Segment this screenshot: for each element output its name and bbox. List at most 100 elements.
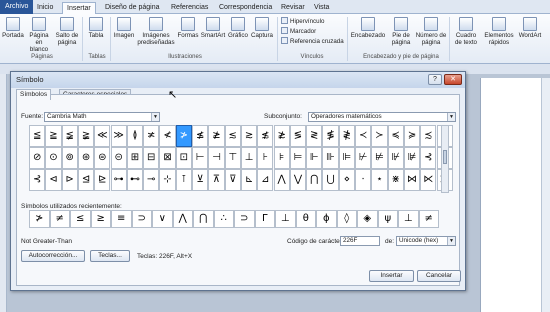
symbol-cell[interactable]: ⊟ [143, 147, 160, 169]
symbol-cell[interactable]: ≾ [420, 125, 437, 147]
symbol-cell[interactable]: ⊝ [110, 147, 127, 169]
symbol-cell[interactable]: ⊩ [306, 147, 323, 169]
from-select[interactable]: Unicode (hex) ▼ [396, 236, 456, 246]
symbol-cell[interactable]: ⊜ [94, 147, 111, 169]
recent-symbol-cell[interactable]: ≠ [49, 210, 70, 228]
dialog-titlebar[interactable]: Símbolo ? ✕ [11, 72, 465, 88]
symbol-cell[interactable]: ≨ [61, 125, 78, 147]
recent-symbol-cell[interactable]: ⋂ [193, 210, 214, 228]
portada-button[interactable]: Portada [2, 17, 24, 39]
recent-symbol-cell[interactable]: ◊ [336, 210, 357, 228]
tab-simbolos[interactable]: Símbolos [16, 89, 52, 100]
autocorrect-button[interactable]: Autocorrección... [21, 250, 85, 262]
symbol-cell[interactable]: ⋂ [306, 169, 323, 191]
wordart-button[interactable]: WordArt [517, 17, 543, 39]
recent-symbol-cell[interactable]: ≥ [90, 210, 111, 228]
symbol-cell[interactable]: ⊠ [159, 147, 176, 169]
symbol-cell[interactable]: ⊺ [175, 169, 192, 191]
cancel-button[interactable]: Cancelar [417, 270, 461, 282]
symbol-cell[interactable]: ⊹ [159, 169, 176, 191]
symbol-grid-scrollbar[interactable] [441, 125, 449, 193]
symbol-cell[interactable]: ⊴ [77, 169, 95, 191]
recent-symbol-cell[interactable]: ≡ [111, 210, 132, 228]
imagenes-predisenadas-button[interactable]: Imágenes prediseñadas [137, 17, 175, 46]
keys-button[interactable]: Teclas... [90, 250, 130, 262]
document-page[interactable] [480, 78, 550, 312]
document-scrollbar[interactable] [541, 78, 550, 312]
symbol-cell[interactable]: ⊫ [338, 147, 355, 169]
symbol-cell[interactable]: ⊞ [126, 147, 144, 169]
symbol-cell[interactable]: ≪ [94, 125, 111, 147]
salto-de-pagina-button[interactable]: Salto de página [55, 17, 79, 46]
symbol-cell[interactable]: ⋀ [273, 169, 290, 191]
symbol-cell[interactable]: ⊸ [143, 169, 160, 191]
recent-symbol-cell[interactable]: ≠ [418, 210, 439, 228]
symbol-cell[interactable]: ≺ [355, 125, 372, 147]
tab-vista[interactable]: Vista [310, 2, 333, 14]
recent-symbol-cell[interactable]: θ [295, 210, 316, 228]
symbol-cell[interactable]: ⋁ [289, 169, 307, 191]
symbol-cell[interactable]: ⊚ [61, 147, 78, 169]
symbol-cell[interactable]: ⊻ [192, 169, 209, 191]
tab-archivo[interactable]: Archivo [0, 0, 34, 14]
symbol-cell[interactable]: ≬ [126, 125, 144, 147]
imagen-button[interactable]: Imagen [113, 17, 135, 39]
tabla-button[interactable]: Tabla [86, 17, 106, 39]
symbol-cell[interactable]: ⊢ [192, 147, 209, 169]
hipervinculo-button[interactable]: Hipervínculo [281, 17, 324, 26]
symbol-cell[interactable]: ≻ [371, 125, 388, 147]
font-select[interactable]: Cambria Math ▼ [44, 112, 160, 122]
symbol-cell[interactable]: ⊵ [94, 169, 111, 191]
char-code-input[interactable]: 226F [340, 236, 380, 246]
symbol-cell[interactable]: ≷ [306, 125, 323, 147]
symbol-cell[interactable]: ⋃ [322, 169, 339, 191]
recent-symbol-cell[interactable]: ⊃ [131, 210, 152, 228]
symbol-cell[interactable]: ≭ [143, 125, 160, 147]
symbol-cell[interactable]: ⊮ [387, 147, 404, 169]
recent-symbol-cell[interactable]: ≯ [29, 210, 50, 228]
symbol-cell[interactable]: ⊘ [29, 147, 46, 169]
symbol-cell[interactable]: ⊣ [208, 147, 225, 169]
subset-select[interactable]: Operadores matemáticos ▼ [308, 112, 456, 122]
symbol-cell[interactable]: ⊙ [45, 147, 62, 169]
tab-referencias[interactable]: Referencias [167, 2, 212, 14]
symbol-cell[interactable]: ⋅ [355, 169, 372, 191]
symbol-cell[interactable]: ≴ [257, 125, 274, 147]
symbol-cell[interactable]: ≵ [273, 125, 290, 147]
symbol-cell[interactable]: ≰ [192, 125, 209, 147]
captura-button[interactable]: Captura [250, 17, 274, 39]
tab-correspondencia[interactable]: Correspondencia [215, 2, 276, 14]
recent-symbol-cell[interactable]: Γ [254, 210, 275, 228]
symbol-cell[interactable]: ⊲ [45, 169, 62, 191]
recent-symbol-cell[interactable]: ⊃ [234, 210, 255, 228]
symbol-cell[interactable]: ≱ [208, 125, 225, 147]
smartart-button[interactable]: SmartArt [200, 17, 226, 39]
symbol-cell[interactable]: ⊤ [224, 147, 241, 169]
recent-symbol-cell[interactable]: ψ [377, 210, 398, 228]
symbol-cell[interactable]: ⊰ [420, 147, 437, 169]
recent-symbol-cell[interactable]: ◈ [357, 210, 378, 228]
symbol-cell[interactable]: ⊾ [240, 169, 258, 191]
scrollbar-thumb[interactable] [443, 150, 447, 164]
symbol-cell[interactable]: ⋆ [371, 169, 388, 191]
recent-symbol-cell[interactable]: ≤ [70, 210, 91, 228]
symbol-cell[interactable]: ≯ [175, 125, 192, 147]
symbol-cell[interactable]: ≦ [29, 125, 46, 147]
symbol-cell[interactable]: ⊽ [224, 169, 241, 191]
symbol-cell[interactable]: ⊭ [371, 147, 388, 169]
symbol-cell[interactable]: ⊧ [273, 147, 290, 169]
symbol-cell[interactable]: ⊨ [289, 147, 307, 169]
insert-button[interactable]: Insertar [369, 270, 414, 282]
recent-symbol-cell[interactable]: ∨ [152, 210, 173, 228]
symbol-cell[interactable]: ≩ [77, 125, 95, 147]
symbol-cell[interactable]: ⋉ [420, 169, 437, 191]
symbol-cell[interactable]: ⊿ [257, 169, 274, 191]
symbol-cell[interactable]: ≶ [289, 125, 307, 147]
symbol-cell[interactable]: ⋈ [403, 169, 421, 191]
tab-revisar[interactable]: Revisar [277, 2, 309, 14]
symbol-cell[interactable]: ≼ [387, 125, 404, 147]
symbol-cell[interactable]: ≽ [403, 125, 421, 147]
marcador-button[interactable]: Marcador [281, 27, 316, 36]
symbol-cell[interactable]: ⊦ [257, 147, 274, 169]
symbol-cell[interactable]: ≹ [338, 125, 355, 147]
